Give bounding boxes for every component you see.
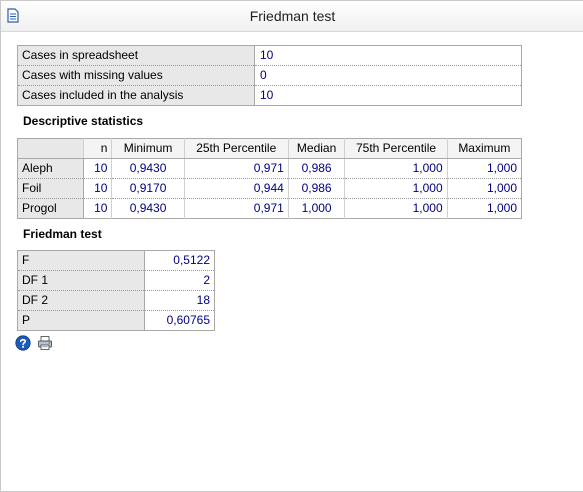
column-header: Minimum (111, 138, 185, 159)
cell-minimum: 0,9430 (111, 158, 185, 179)
table-row: Aleph 10 0,9430 0,971 0,986 1,000 1,000 (17, 158, 522, 179)
window-title: Friedman test (249, 8, 336, 24)
stat-label: DF 2 (17, 290, 145, 311)
cell-median: 0,986 (287, 158, 345, 179)
stat-value: 0,5122 (144, 250, 215, 271)
cell-p25: 0,944 (183, 178, 289, 199)
table-row: Cases in spreadsheet 10 (17, 45, 522, 66)
cell-n: 10 (82, 198, 112, 219)
stat-label: DF 1 (17, 270, 145, 291)
help-icon[interactable] (15, 335, 31, 354)
cell-n: 10 (82, 178, 112, 199)
cell-median: 0,986 (287, 178, 345, 199)
cell-maximum: 1,000 (446, 158, 522, 179)
title-bar: Friedman test (1, 1, 583, 32)
summary-label: Cases in spreadsheet (17, 45, 255, 66)
column-header (17, 138, 84, 159)
cell-maximum: 1,000 (446, 198, 522, 219)
column-header: n (82, 138, 112, 159)
row-label: Aleph (17, 158, 84, 179)
cell-p75: 1,000 (344, 158, 448, 179)
cell-minimum: 0,9170 (111, 178, 185, 199)
report-window: Friedman test Cases in spreadsheet 10 Ca… (0, 0, 583, 492)
row-label: Progol (17, 198, 84, 219)
table-row: Cases included in the analysis 10 (17, 85, 522, 106)
summary-table: Cases in spreadsheet 10 Cases with missi… (17, 45, 522, 106)
column-header: 75th Percentile (344, 138, 448, 159)
summary-value: 0 (254, 65, 522, 86)
stat-label: F (17, 250, 145, 271)
cell-p25: 0,971 (183, 198, 289, 219)
cell-n: 10 (82, 158, 112, 179)
table-row: Progol 10 0,9430 0,971 1,000 1,000 1,000 (17, 198, 522, 219)
column-header: 25th Percentile (183, 138, 289, 159)
report-toolbar (15, 335, 56, 351)
row-label: Foil (17, 178, 84, 199)
cell-maximum: 1,000 (446, 178, 522, 199)
stat-value: 18 (144, 290, 215, 311)
cell-p75: 1,000 (344, 178, 448, 199)
summary-label: Cases included in the analysis (17, 85, 255, 106)
report-content: Cases in spreadsheet 10 Cases with missi… (1, 32, 583, 491)
friedman-table: F 0,5122 DF 1 2 DF 2 18 P 0,60765 (17, 250, 215, 331)
table-row: Foil 10 0,9170 0,944 0,986 1,000 1,000 (17, 178, 522, 199)
table-row: DF 2 18 (17, 290, 215, 311)
stat-value: 0,60765 (166, 313, 210, 327)
descriptive-table: n Minimum 25th Percentile Median 75th Pe… (17, 138, 522, 219)
descriptive-heading: Descriptive statistics (23, 114, 144, 128)
summary-value: 10 (254, 45, 522, 66)
stat-value: 2 (144, 270, 215, 291)
table-header-row: n Minimum 25th Percentile Median 75th Pe… (17, 138, 522, 159)
cell-minimum: 0,9430 (111, 198, 185, 219)
table-row: Cases with missing values 0 (17, 65, 522, 86)
table-row: DF 1 2 (17, 270, 215, 291)
cell-p75: 1,000 (344, 198, 448, 219)
cell-median: 1,000 (287, 198, 345, 219)
column-header: Median (287, 138, 345, 159)
table-row: P 0,60765 (17, 310, 215, 331)
print-icon[interactable] (37, 335, 53, 354)
table-row: F 0,5122 (17, 250, 215, 271)
column-header: Maximum (446, 138, 522, 159)
friedman-heading: Friedman test (23, 227, 102, 241)
summary-value: 10 (260, 88, 274, 102)
stat-label: P (17, 310, 145, 331)
cell-p25: 0,971 (183, 158, 289, 179)
summary-label: Cases with missing values (17, 65, 255, 86)
